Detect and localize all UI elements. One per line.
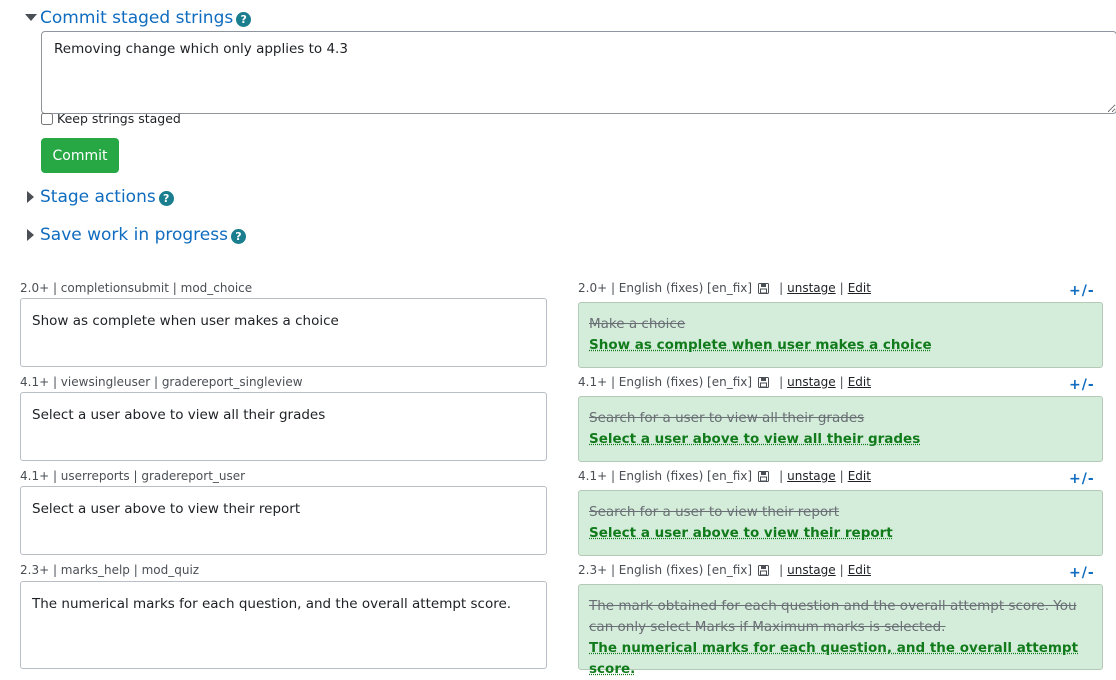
keep-staged-option[interactable]: Keep strings staged bbox=[41, 111, 181, 126]
floppy-disk-icon bbox=[758, 470, 770, 482]
translation-meta-label: 4.1+ | English (fixes) [en_fix] bbox=[578, 469, 753, 483]
edit-link[interactable]: Edit bbox=[848, 281, 871, 295]
new-translation: The numerical marks for each question, a… bbox=[589, 640, 1079, 677]
diff-toggle[interactable]: +/- bbox=[1069, 471, 1095, 487]
diff-toggle[interactable]: +/- bbox=[1069, 377, 1095, 393]
caret-right-icon bbox=[22, 226, 40, 244]
new-translation: Show as complete when user makes a choic… bbox=[589, 337, 932, 353]
old-translation: Search for a user to view their report bbox=[589, 504, 840, 520]
original-text[interactable]: The numerical marks for each question, a… bbox=[20, 581, 547, 669]
edit-link[interactable]: Edit bbox=[848, 469, 871, 483]
floppy-disk-icon bbox=[758, 564, 770, 576]
unstage-link[interactable]: unstage bbox=[787, 469, 836, 483]
floppy-disk-icon bbox=[758, 376, 770, 388]
translation-box[interactable]: Search for a user to view all their grad… bbox=[578, 396, 1103, 462]
caret-down-icon bbox=[22, 9, 40, 27]
save-section-header[interactable]: Save work in progress ? bbox=[22, 224, 246, 246]
keep-staged-label: Keep strings staged bbox=[57, 111, 181, 126]
new-translation: Select a user above to view their report bbox=[589, 525, 893, 541]
diff-toggle[interactable]: +/- bbox=[1069, 565, 1095, 581]
translation-meta: 2.3+ | English (fixes) [en_fix] | unstage… bbox=[578, 563, 871, 577]
help-icon[interactable]: ? bbox=[236, 11, 252, 27]
translation-meta: 4.1+ | English (fixes) [en_fix] | unstage… bbox=[578, 375, 871, 389]
original-meta: 2.0+ | completionsubmit | mod_choice bbox=[20, 281, 253, 295]
new-translation: Select a user above to view all their gr… bbox=[589, 431, 921, 447]
commit-section-title[interactable]: Commit staged strings bbox=[40, 7, 233, 29]
help-icon[interactable]: ? bbox=[230, 228, 246, 244]
original-meta: 2.3+ | marks_help | mod_quiz bbox=[20, 563, 200, 577]
translation-box[interactable]: The mark obtained for each question and … bbox=[578, 584, 1103, 677]
old-translation: Make a choice bbox=[589, 316, 686, 332]
old-translation: Search for a user to view all their grad… bbox=[589, 410, 865, 426]
original-meta: 4.1+ | viewsingleuser | gradereport_sing… bbox=[20, 375, 303, 389]
diff-toggle[interactable]: +/- bbox=[1069, 283, 1095, 299]
unstage-link[interactable]: unstage bbox=[787, 563, 836, 577]
original-text[interactable]: Select a user above to view all their gr… bbox=[20, 392, 547, 461]
commit-section-header[interactable]: Commit staged strings ? bbox=[22, 7, 252, 29]
translation-meta: 4.1+ | English (fixes) [en_fix] | unstage… bbox=[578, 469, 871, 483]
original-meta: 4.1+ | userreports | gradereport_user bbox=[20, 469, 246, 483]
translation-box[interactable]: Search for a user to view their report S… bbox=[578, 490, 1103, 556]
save-section-title[interactable]: Save work in progress bbox=[40, 224, 228, 246]
caret-right-icon bbox=[22, 188, 40, 206]
unstage-link[interactable]: unstage bbox=[787, 375, 836, 389]
floppy-disk-icon bbox=[758, 282, 770, 294]
translation-meta-label: 2.3+ | English (fixes) [en_fix] bbox=[578, 563, 753, 577]
edit-link[interactable]: Edit bbox=[848, 563, 871, 577]
commit-message-input[interactable] bbox=[41, 31, 1116, 114]
translation-meta: 2.0+ | English (fixes) [en_fix] | unstage… bbox=[578, 281, 871, 295]
commit-button[interactable]: Commit bbox=[41, 138, 119, 173]
unstage-link[interactable]: unstage bbox=[787, 281, 836, 295]
original-text[interactable]: Select a user above to view their report bbox=[20, 486, 547, 555]
stage-section-title[interactable]: Stage actions bbox=[40, 186, 156, 208]
old-translation: The mark obtained for each question and … bbox=[589, 598, 1077, 635]
stage-section-header[interactable]: Stage actions ? bbox=[22, 186, 174, 208]
keep-staged-checkbox[interactable] bbox=[41, 112, 53, 125]
original-text[interactable]: Show as complete when user makes a choic… bbox=[20, 298, 547, 367]
translation-meta-label: 4.1+ | English (fixes) [en_fix] bbox=[578, 375, 753, 389]
translation-meta-label: 2.0+ | English (fixes) [en_fix] bbox=[578, 281, 753, 295]
translation-box[interactable]: Make a choice Show as complete when user… bbox=[578, 302, 1103, 368]
help-icon[interactable]: ? bbox=[158, 190, 174, 206]
edit-link[interactable]: Edit bbox=[848, 375, 871, 389]
